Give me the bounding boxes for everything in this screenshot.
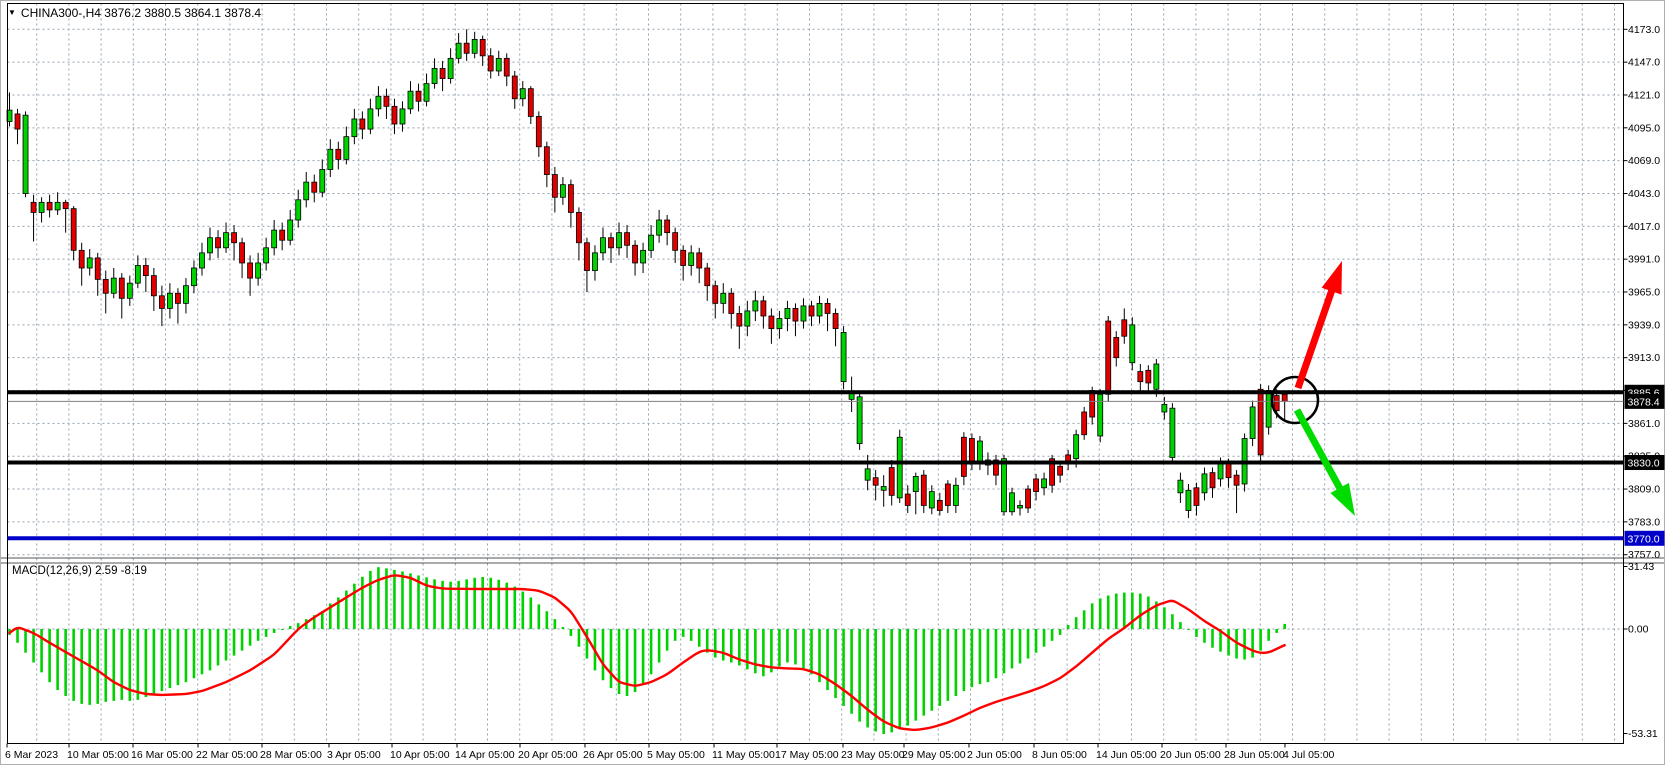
indicator-label: MACD(12,26,9) 2.59 -8.19 — [12, 565, 147, 577]
time-tick-label: 3 Apr 05:00 — [327, 749, 381, 761]
macd-scale-label: 31.43 — [1628, 561, 1654, 573]
price-tick-label: 3939.0 — [1628, 319, 1660, 331]
price-tick-label: 3757.0 — [1628, 549, 1660, 561]
time-tick-label: 22 Mar 05:00 — [196, 749, 258, 761]
time-tick-label: 26 Apr 05:00 — [583, 749, 643, 761]
price-tick-label: 4043.0 — [1628, 188, 1660, 200]
price-badge-label: 3878.4 — [1628, 396, 1660, 408]
time-tick-label: 10 Apr 05:00 — [390, 749, 450, 761]
price-panel — [7, 29, 1287, 518]
price-tick-label: 4017.0 — [1628, 221, 1660, 233]
price-tick-label: 4069.0 — [1628, 155, 1660, 167]
time-tick-label: 28 Mar 05:00 — [260, 749, 322, 761]
price-tick-label: 4173.0 — [1628, 24, 1660, 36]
time-tick-label: 14 Apr 05:00 — [455, 749, 515, 761]
time-tick-label: 14 Jun 05:00 — [1096, 749, 1157, 761]
price-tick-label: 4121.0 — [1628, 89, 1660, 101]
bearish-scenario-arrow-head — [1330, 483, 1355, 516]
macd-scale-label: 0.00 — [1628, 624, 1649, 636]
price-tick-label: 3991.0 — [1628, 254, 1660, 266]
time-tick-label: 5 May 05:00 — [647, 749, 705, 761]
bearish-scenario-arrow[interactable] — [1297, 410, 1342, 491]
time-tick-label: 20 Jun 05:00 — [1160, 749, 1221, 761]
symbol-ohlc-text: CHINA300-,H4 3876.2 3880.5 3864.1 3878.4 — [21, 6, 261, 20]
price-tick-label: 3783.0 — [1628, 516, 1660, 528]
price-tick-label: 3913.0 — [1628, 352, 1660, 364]
chart-window: 4173.0 4147.0 4121.0 4095.0 4069.0 4043.0 4017… — [0, 0, 1665, 765]
time-tick-label: 29 May 05:00 — [902, 749, 966, 761]
bullish-scenario-arrow[interactable] — [1298, 287, 1333, 388]
time-tick-label: 4 Jul 05:00 — [1283, 749, 1335, 761]
time-tick-label: 17 May 05:00 — [775, 749, 839, 761]
macd-scale-label: -53.31 — [1628, 728, 1658, 740]
price-tick-label: 3809.0 — [1628, 484, 1660, 496]
time-tick-label: 10 Mar 05:00 — [67, 749, 129, 761]
price-tick-label: 4095.0 — [1628, 122, 1660, 134]
price-tick-label: 3861.0 — [1628, 418, 1660, 430]
price-badge-label: 3830.0 — [1628, 458, 1660, 470]
time-tick-label: 16 Mar 05:00 — [131, 749, 193, 761]
time-tick-label: 2 Jun 05:00 — [967, 749, 1022, 761]
price-tick-label: 4147.0 — [1628, 57, 1660, 69]
axes-layer: 4173.0 4147.0 4121.0 4095.0 4069.0 4043.0 4017… — [0, 1, 1665, 765]
time-tick-label: 23 May 05:00 — [841, 749, 905, 761]
price-tick-label: 3965.0 — [1628, 287, 1660, 299]
time-tick-label: 11 May 05:00 — [712, 749, 775, 761]
time-tick-label: 28 Jun 05:00 — [1224, 749, 1285, 761]
price-badge-label: 3770.0 — [1628, 533, 1660, 545]
chart-canvas[interactable]: 4173.0 4147.0 4121.0 4095.0 4069.0 4043.0 4017… — [0, 0, 1665, 765]
time-tick-label: 8 Jun 05:00 — [1032, 749, 1087, 761]
symbol-dropdown-icon[interactable]: ▼ — [8, 9, 16, 17]
time-tick-label: 6 Mar 2023 — [5, 749, 58, 761]
time-tick-label: 20 Apr 05:00 — [518, 749, 578, 761]
symbol-ohlc-label: ▼ CHINA300-,H4 3876.2 3880.5 3864.1 3878… — [8, 6, 261, 20]
annotations-layer — [8, 261, 1624, 538]
macd-panel — [10, 567, 1285, 734]
